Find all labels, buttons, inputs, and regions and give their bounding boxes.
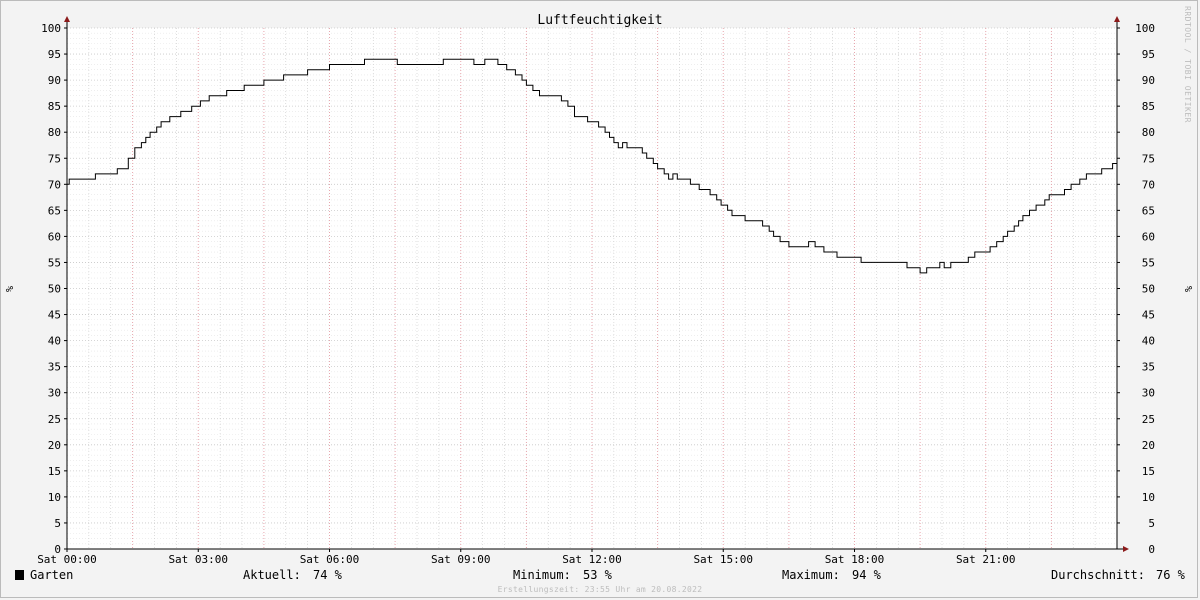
x-tick-label: Sat 00:00 <box>37 553 97 566</box>
y-tick-label-left: 20 <box>48 439 61 452</box>
y-tick-label-left: 75 <box>48 152 61 165</box>
y-tick-label-right: 80 <box>1142 126 1155 139</box>
y-tick-label-right: 60 <box>1142 230 1155 243</box>
legend-color-swatch <box>15 570 24 580</box>
y-tick-label-right: 100 <box>1135 22 1155 35</box>
chart-title: Luftfeuchtigkeit <box>537 13 662 28</box>
y-tick-label-right: 70 <box>1142 178 1155 191</box>
y-tick-label-left: 55 <box>48 256 61 269</box>
y-tick-label-left: 70 <box>48 178 61 191</box>
current-value: 74 % <box>313 568 342 582</box>
y-tick-label-right: 95 <box>1142 48 1155 61</box>
y-tick-label-right: 75 <box>1142 152 1155 165</box>
y-tick-label-right: 40 <box>1142 335 1155 348</box>
rrdtool-credit: RRDTOOL / TOBI OETIKER <box>1183 6 1192 123</box>
y-tick-label-right: 0 <box>1148 543 1155 556</box>
x-tick-label: Sat 03:00 <box>168 553 228 566</box>
y-tick-label-right: 55 <box>1142 256 1155 269</box>
humidity-chart: Luftfeuchtigkeit % % 0 05 510 1015 1520 2025 2… <box>5 13 1195 566</box>
y-tick-label-left: 25 <box>48 413 61 426</box>
y-tick-label-right: 20 <box>1142 439 1155 452</box>
minimum-value: 53 % <box>583 568 612 582</box>
y-tick-label-right: 5 <box>1148 517 1155 530</box>
y-tick-label-left: 95 <box>48 48 61 61</box>
x-tick-label: Sat 18:00 <box>825 553 885 566</box>
minimum-label: Minimum: <box>513 568 571 582</box>
y-tick-label-left: 100 <box>41 22 61 35</box>
y-tick-label-left: 90 <box>48 74 61 87</box>
y-tick-label-left: 65 <box>48 204 61 217</box>
current-label: Aktuell: <box>243 568 301 582</box>
y-tick-label-left: 50 <box>48 283 61 296</box>
average-value: 76 % <box>1156 568 1185 582</box>
y-tick-label-left: 5 <box>54 517 61 530</box>
y-tick-label-left: 85 <box>48 100 61 113</box>
y-axis-label-left: % <box>5 286 16 292</box>
x-axis-arrow <box>1123 546 1129 552</box>
x-tick-label: Sat 21:00 <box>956 553 1016 566</box>
y-tick-label-left: 45 <box>48 309 61 322</box>
legend-series-name: Garten <box>30 568 74 582</box>
plot-area: 0 05 510 1015 1520 2025 2530 3035 3540 4045 4550 50… <box>37 16 1155 566</box>
y-axis-label-right: % <box>1184 286 1195 292</box>
y-tick-label-left: 35 <box>48 361 61 374</box>
y-tick-label-left: 10 <box>48 491 61 504</box>
y-tick-label-right: 85 <box>1142 100 1155 113</box>
y-tick-label-left: 15 <box>48 465 61 478</box>
y-tick-label-right: 15 <box>1142 465 1155 478</box>
y-axis-arrow-right <box>1114 16 1120 22</box>
maximum-label: Maximum: <box>782 568 840 582</box>
y-tick-label-right: 65 <box>1142 204 1155 217</box>
creation-time-credit: Erstellungszeit: 23:55 Uhr am 20.08.2022 <box>497 585 703 594</box>
y-tick-label-right: 25 <box>1142 413 1155 426</box>
average-label: Durchschnitt: <box>1051 568 1145 582</box>
y-tick-label-left: 80 <box>48 126 61 139</box>
y-tick-label-right: 50 <box>1142 283 1155 296</box>
y-tick-label-right: 45 <box>1142 309 1155 322</box>
y-tick-label-right: 90 <box>1142 74 1155 87</box>
y-tick-label-left: 40 <box>48 335 61 348</box>
y-tick-label-left: 60 <box>48 230 61 243</box>
y-axis-arrow-left <box>64 16 70 22</box>
x-tick-label: Sat 09:00 <box>431 553 491 566</box>
y-tick-label-right: 10 <box>1142 491 1155 504</box>
x-tick-label: Sat 06:00 <box>300 553 360 566</box>
maximum-value: 94 % <box>852 568 881 582</box>
y-tick-label-right: 35 <box>1142 361 1155 374</box>
y-tick-label-right: 30 <box>1142 387 1155 400</box>
x-tick-label: Sat 12:00 <box>562 553 622 566</box>
y-tick-label-left: 30 <box>48 387 61 400</box>
x-tick-label: Sat 15:00 <box>693 553 753 566</box>
